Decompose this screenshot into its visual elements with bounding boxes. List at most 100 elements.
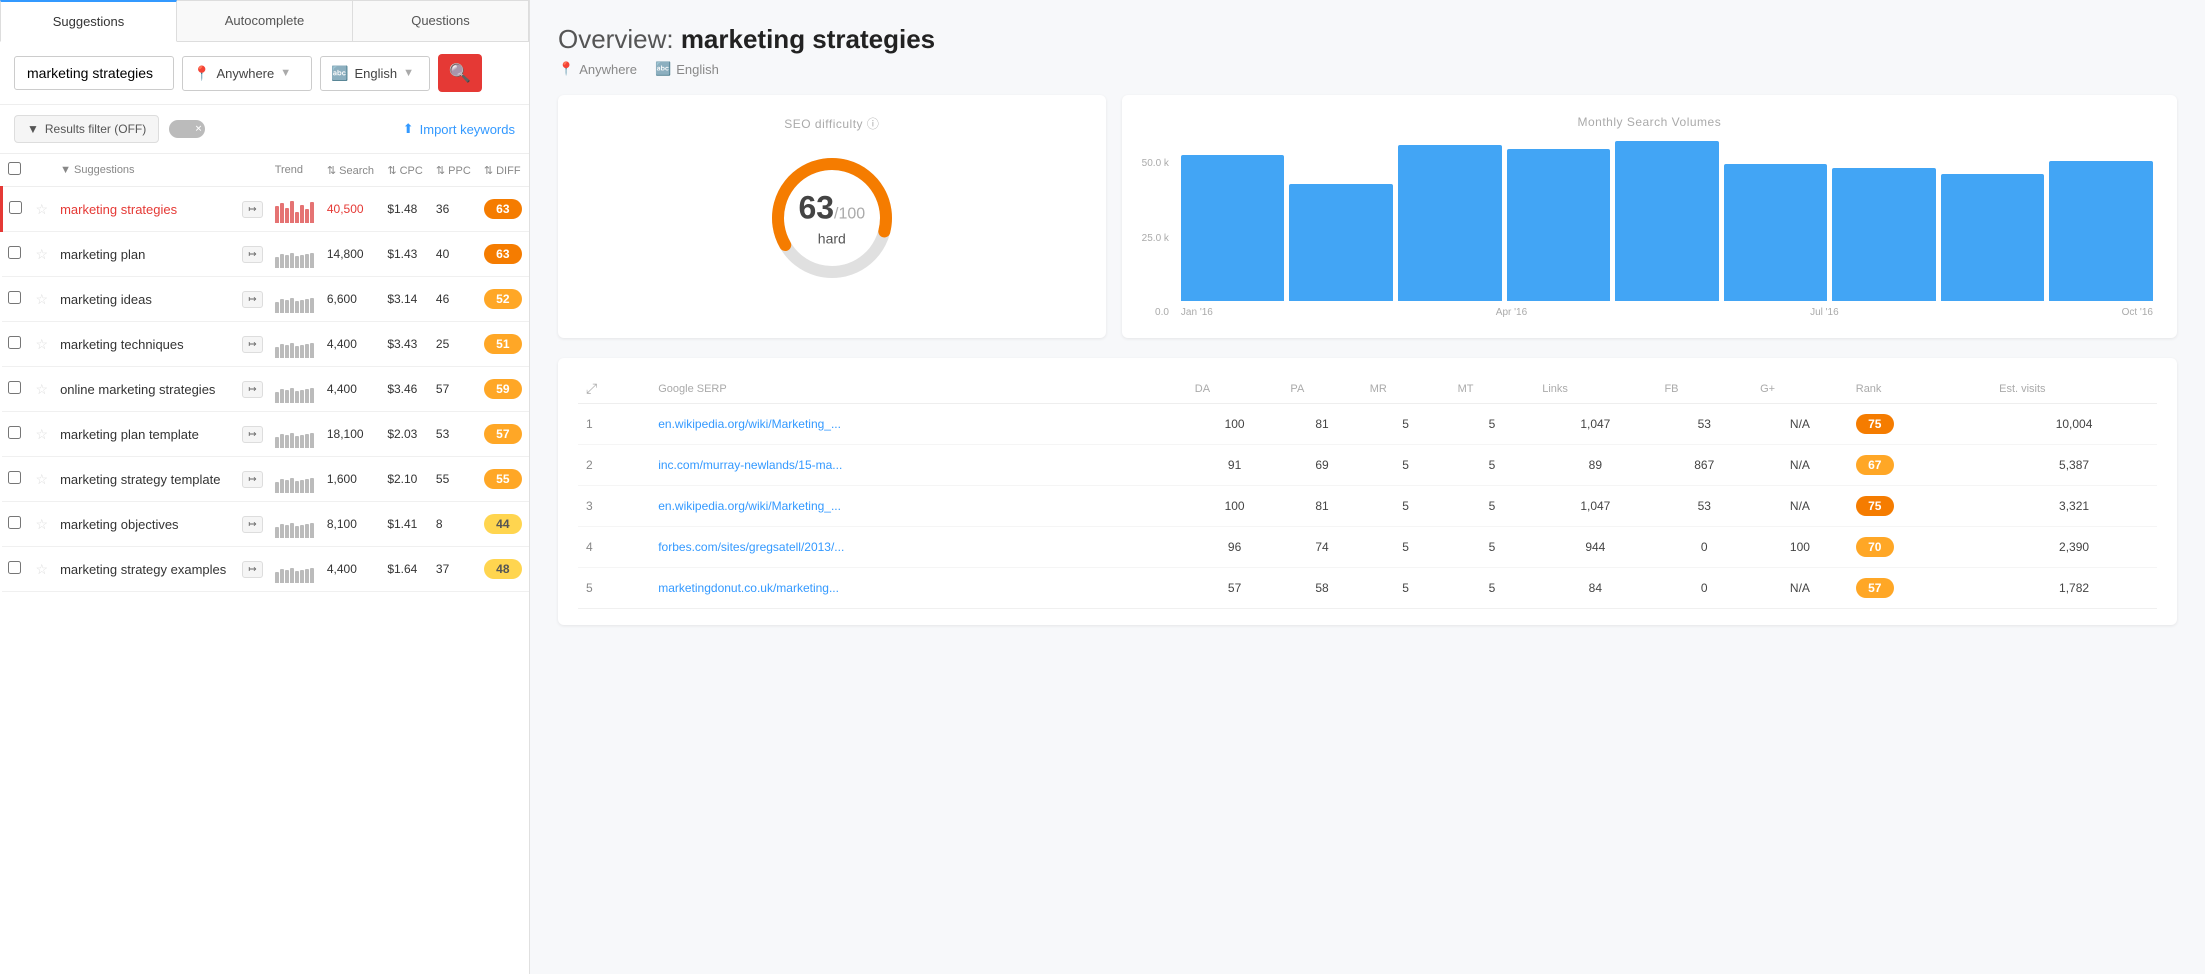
tab-suggestions[interactable]: Suggestions (0, 0, 177, 42)
col-search[interactable]: ⇅ Search (321, 154, 381, 187)
star-icon[interactable]: ☆ (36, 516, 49, 532)
keyword-arrow-btn[interactable]: ↦ (242, 336, 262, 353)
tab-autocomplete[interactable]: Autocomplete (177, 0, 353, 41)
expand-icon[interactable]: ⤢ (586, 380, 597, 396)
chart-bar (1289, 184, 1393, 301)
keyword-arrow-btn[interactable]: ↦ (242, 516, 262, 533)
row-checkbox[interactable] (8, 516, 21, 529)
keyword-text: marketing techniques (60, 337, 184, 352)
serp-url[interactable]: inc.com/murray-newlands/15-ma... (658, 458, 842, 472)
ppc-value: 57 (436, 382, 449, 396)
language-icon: 🔤 (331, 65, 348, 82)
cpc-value: $1.41 (387, 517, 417, 531)
trend-chart (275, 195, 315, 223)
chart-bar (2049, 161, 2153, 301)
ppc-value: 53 (436, 427, 449, 441)
import-icon: ⬆ (403, 121, 414, 137)
serp-est-visits: 2,390 (1991, 527, 2157, 568)
row-checkbox[interactable] (8, 561, 21, 574)
select-all-checkbox[interactable] (8, 162, 21, 175)
keyword-arrow-btn[interactable]: ↦ (242, 291, 262, 308)
star-icon[interactable]: ☆ (36, 291, 49, 307)
search-input[interactable] (14, 56, 174, 90)
keyword-arrow-btn[interactable]: ↦ (242, 246, 262, 263)
serp-url[interactable]: en.wikipedia.org/wiki/Marketing_... (658, 499, 841, 513)
star-icon[interactable]: ☆ (36, 381, 49, 397)
row-checkbox[interactable] (8, 246, 21, 259)
language-select[interactable]: 🔤 English ▼ (320, 56, 430, 91)
row-checkbox[interactable] (8, 291, 21, 304)
keyword-text[interactable]: marketing strategies (60, 202, 177, 217)
trend-chart (275, 420, 315, 448)
pin-icon: 📍 (193, 65, 210, 82)
table-row: ☆ marketing plan template ↦ 18,100 $2.03… (2, 412, 530, 457)
serp-col-url: Google SERP (650, 374, 1187, 404)
search-volume: 6,600 (327, 292, 357, 306)
diff-badge: 63 (484, 199, 522, 219)
cpc-value: $3.46 (387, 382, 417, 396)
row-checkbox[interactable] (9, 201, 22, 214)
search-volume: 40,500 (327, 202, 364, 216)
search-volume: 14,800 (327, 247, 364, 261)
seo-help-icon[interactable]: ⓘ (867, 117, 880, 131)
keyword-arrow-btn[interactable]: ↦ (242, 561, 262, 578)
keyword-text: online marketing strategies (60, 382, 215, 397)
serp-card: ⤢ Google SERP DA PA MR MT Links FB G+ Ra… (558, 358, 2177, 625)
star-icon[interactable]: ☆ (36, 246, 49, 262)
col-checkbox (2, 154, 30, 187)
serp-url[interactable]: en.wikipedia.org/wiki/Marketing_... (658, 417, 841, 431)
filter-toggle[interactable] (169, 120, 205, 138)
row-checkbox[interactable] (8, 426, 21, 439)
keyword-text: marketing objectives (60, 517, 179, 532)
keyword-table: ▼ Suggestions Trend ⇅ Search ⇅ CPC ⇅ PPC… (0, 154, 529, 592)
table-row: ☆ marketing strategy template ↦ 1,600 $2… (2, 457, 530, 502)
star-icon[interactable]: ☆ (36, 471, 49, 487)
keyword-arrow-btn[interactable]: ↦ (242, 381, 262, 398)
row-checkbox[interactable] (8, 471, 21, 484)
tab-questions[interactable]: Questions (353, 0, 529, 41)
keyword-arrow-btn[interactable]: ↦ (242, 471, 262, 488)
serp-fb: 0 (1656, 527, 1752, 568)
search-volume: 4,400 (327, 337, 357, 351)
star-icon[interactable]: ☆ (36, 561, 49, 577)
table-row: ☆ marketing ideas ↦ 6,600 $3.14 46 52 (2, 277, 530, 322)
table-row: ☆ marketing objectives ↦ 8,100 $1.41 8 4… (2, 502, 530, 547)
col-diff[interactable]: ⇅ DIFF (478, 154, 529, 187)
chart-bar (1398, 145, 1502, 301)
serp-col-mr: MR (1362, 374, 1450, 404)
trend-chart (275, 285, 315, 313)
search-button[interactable]: 🔍 (438, 54, 482, 92)
serp-col-expand: ⤢ (578, 374, 650, 404)
col-ppc[interactable]: ⇅ PPC (430, 154, 478, 187)
serp-mt: 5 (1450, 445, 1535, 486)
serp-pa: 74 (1282, 527, 1361, 568)
serp-links: 89 (1534, 445, 1656, 486)
row-checkbox[interactable] (8, 381, 21, 394)
donut-center: 63/100 hard (798, 190, 865, 247)
serp-url[interactable]: forbes.com/sites/gregsatell/2013/... (658, 540, 844, 554)
search-icon: 🔍 (449, 63, 471, 84)
trend-chart (275, 375, 315, 403)
serp-da: 57 (1187, 568, 1283, 609)
col-cpc[interactable]: ⇅ CPC (381, 154, 430, 187)
star-icon[interactable]: ☆ (36, 201, 49, 217)
serp-rank: 4 (578, 527, 650, 568)
col-suggestions[interactable]: ▼ Suggestions (54, 154, 236, 187)
meta-location: 📍 Anywhere (558, 61, 637, 77)
filter-button[interactable]: ▼ Results filter (OFF) (14, 115, 159, 143)
keyword-arrow-btn[interactable]: ↦ (242, 426, 262, 443)
trend-chart (275, 240, 315, 268)
col-star (30, 154, 55, 187)
import-keywords-button[interactable]: ⬆ Import keywords (403, 121, 515, 137)
serp-mr: 5 (1362, 445, 1450, 486)
star-icon[interactable]: ☆ (36, 336, 49, 352)
row-checkbox[interactable] (8, 336, 21, 349)
chart-bars-container: Jan '16 Apr '16 Jul '16 Oct '16 (1177, 141, 2157, 318)
location-select[interactable]: 📍 Anywhere ▼ (182, 56, 312, 91)
toggle-track[interactable] (169, 120, 205, 138)
diff-badge: 55 (484, 469, 522, 489)
star-icon[interactable]: ☆ (36, 426, 49, 442)
keyword-arrow-btn[interactable]: ↦ (242, 201, 262, 218)
serp-url[interactable]: marketingdonut.co.uk/marketing... (658, 581, 839, 595)
table-row: ☆ marketing techniques ↦ 4,400 $3.43 25 … (2, 322, 530, 367)
